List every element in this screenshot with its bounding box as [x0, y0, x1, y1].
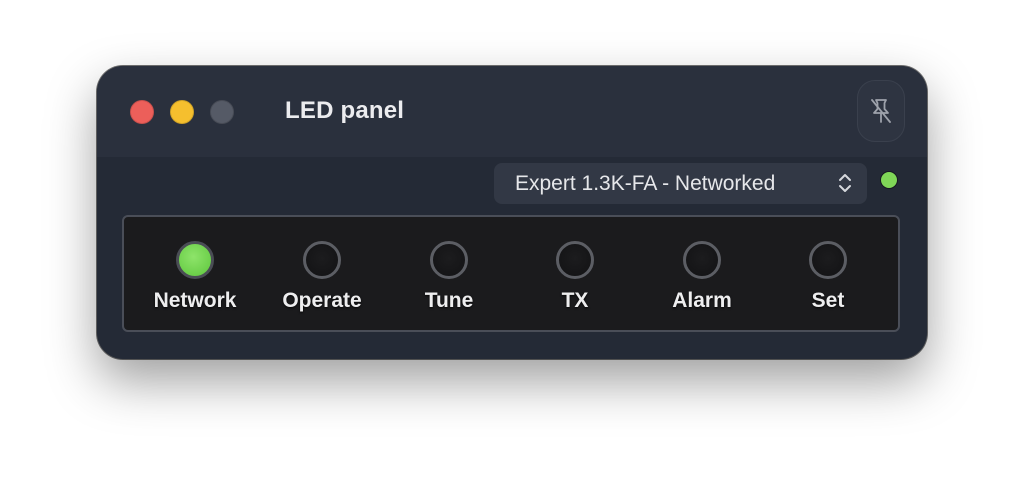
pin-slash-icon: [871, 99, 891, 123]
device-select-value: Expert 1.3K-FA - Networked: [515, 172, 776, 195]
tune-led: [430, 241, 468, 279]
set-led: [809, 241, 847, 279]
tx-led-label: TX: [561, 289, 589, 312]
title-bar[interactable]: LED panel: [97, 66, 927, 157]
set-led-label: Set: [811, 289, 845, 312]
up-down-chevron-icon: [839, 174, 851, 192]
connection-status-indicator: [881, 172, 897, 188]
network-led: [176, 241, 214, 279]
tune-led-label: Tune: [424, 289, 474, 312]
tx-led: [556, 241, 594, 279]
operate-led-label: Operate: [282, 289, 362, 312]
network-led-label: Network: [153, 289, 237, 312]
operate-led: [303, 241, 341, 279]
zoom-window-button[interactable]: [210, 100, 234, 124]
alarm-led: [683, 241, 721, 279]
pin-toggle-button[interactable]: [857, 80, 905, 142]
led-item-set: Set: [765, 217, 891, 334]
led-panel: Network Operate Tune TX Alarm Set: [122, 215, 900, 332]
minimize-window-button[interactable]: [170, 100, 194, 124]
led-panel-window: LED panel Expert 1.3K-FA - Networked Net…: [97, 66, 927, 359]
alarm-led-label: Alarm: [672, 289, 732, 312]
led-item-tune: Tune: [386, 217, 512, 334]
led-item-network: Network: [132, 217, 258, 334]
led-item-operate: Operate: [259, 217, 385, 334]
device-select[interactable]: Expert 1.3K-FA - Networked: [494, 163, 867, 204]
window-title: LED panel: [285, 97, 405, 124]
led-item-tx: TX: [512, 217, 638, 334]
led-item-alarm: Alarm: [639, 217, 765, 334]
close-window-button[interactable]: [130, 100, 154, 124]
